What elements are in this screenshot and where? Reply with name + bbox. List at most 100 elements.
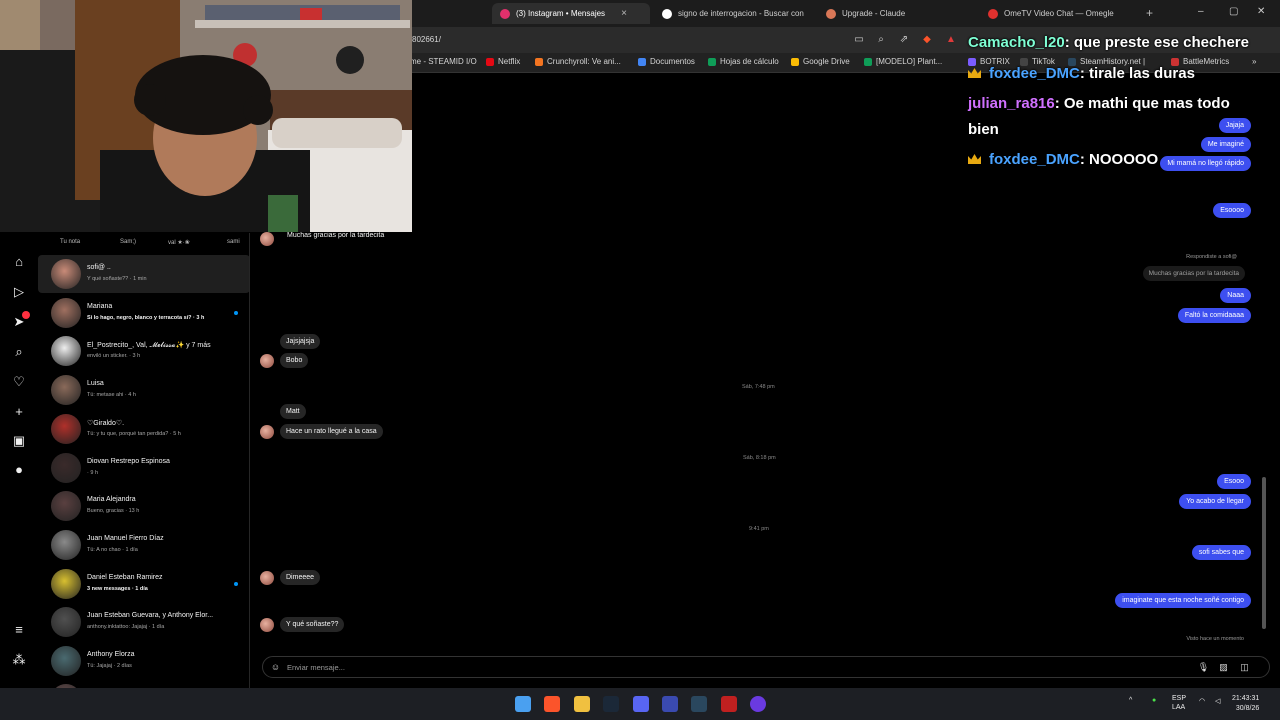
incoming-message[interactable]: Bobo (280, 353, 309, 368)
incoming-message[interactable]: Dimeeee (280, 570, 321, 585)
conversation-row[interactable]: Diovan Restrepo Espinosa · 9 h (38, 449, 249, 487)
conversation-row[interactable]: Juan Esteban Guevara, y Anthony Elor... a… (38, 603, 249, 641)
brave-shield-icon[interactable]: ◆ (920, 33, 934, 47)
chat-scrollbar[interactable] (1262, 477, 1266, 629)
avatar[interactable] (51, 336, 81, 366)
steam-icon[interactable] (603, 696, 619, 712)
brave-icon[interactable] (544, 696, 560, 712)
share-icon[interactable]: ⇗ (897, 33, 911, 47)
outgoing-message[interactable]: Naaa (1220, 288, 1251, 303)
note-label[interactable]: val ★·❀ (168, 239, 190, 246)
note-label[interactable]: Tu nota (60, 239, 80, 245)
clock[interactable]: 21:43:31 30/8/26 (1232, 694, 1259, 714)
new-tab-icon[interactable]: + (1146, 6, 1153, 20)
outgoing-message[interactable]: Yo acabo de llegar (1179, 494, 1251, 509)
more-bookmarks-icon[interactable]: » (1252, 57, 1256, 66)
image-icon[interactable]: ▨ (1217, 661, 1230, 674)
tab-ometv[interactable]: OmeTV Video Chat — Omegle (980, 3, 1135, 24)
avatar[interactable] (51, 569, 81, 599)
sender-avatar[interactable] (260, 354, 274, 368)
avatar[interactable] (51, 530, 81, 560)
conversation-row[interactable]: Juan Manuel Fierro Díaz Tú: A no chao · 1… (38, 526, 249, 564)
incoming-message[interactable]: Hace un rato llegué a la casa (280, 424, 383, 439)
conversation-row[interactable]: Mariana Si lo hago, negro, blanco y terra… (38, 294, 249, 332)
tray-app-icon[interactable]: ● (1152, 697, 1156, 704)
reply-quote[interactable]: Muchas gracias por la tardecita (1142, 266, 1245, 281)
tray-expand-icon[interactable]: ^ (1129, 697, 1132, 704)
profile-icon[interactable]: ● (10, 461, 28, 479)
word-icon[interactable] (662, 696, 678, 712)
message-input[interactable] (287, 661, 987, 674)
obs-icon[interactable] (750, 696, 766, 712)
rewards-icon[interactable]: ▲ (944, 33, 958, 47)
url-text[interactable]: 802661/ (412, 35, 441, 44)
conversation-row[interactable]: Daniel Esteban Ramirez 3 new messages · 1… (38, 565, 249, 603)
avatar[interactable] (51, 491, 81, 521)
sender-avatar[interactable] (260, 618, 274, 632)
maximize-icon[interactable]: ▢ (1229, 6, 1238, 17)
outgoing-message[interactable]: Mi mamá no llegó rápido (1160, 156, 1251, 171)
note-label[interactable]: sami (227, 239, 240, 245)
outgoing-message[interactable]: Faltó la comidaaaa (1177, 308, 1251, 323)
microphone-icon[interactable]: 🎙 (1197, 661, 1210, 674)
outgoing-message[interactable]: Jajaja (1218, 118, 1251, 133)
outgoing-message[interactable]: Me imaginé (1200, 137, 1251, 152)
sender-avatar[interactable] (260, 425, 274, 439)
search-icon[interactable]: ⌕ (10, 343, 28, 361)
conversation-row[interactable]: ♡Giraldo♡. Tú: y tu que, porqué tan perdi… (38, 410, 249, 448)
tab-instagram[interactable]: (3) Instagram • Mensajes × (492, 3, 650, 24)
outgoing-message[interactable]: sofi sabes que (1191, 545, 1251, 560)
conversation-row[interactable]: Anthony Elorza Tú: Jajajaj · 2 días (38, 642, 249, 680)
minimize-icon[interactable]: – (1198, 6, 1204, 17)
incoming-message[interactable]: Matt (280, 404, 306, 419)
bookmark-sheets[interactable]: Hojas de cálculo (708, 57, 779, 66)
more-apps-icon[interactable]: ⁂ (10, 651, 28, 669)
avatar[interactable] (51, 259, 81, 289)
tab-claude[interactable]: Upgrade - Claude (818, 3, 978, 24)
avatar[interactable] (51, 298, 81, 328)
tab-search[interactable]: signo de interrogacion - Buscar con (654, 3, 812, 24)
incoming-message[interactable]: Y qué soñaste?? (280, 617, 345, 632)
note-label[interactable]: Sam;) (120, 239, 136, 245)
sticker-icon[interactable]: ◫ (1238, 661, 1251, 674)
avatar[interactable] (51, 453, 81, 483)
bookmark-modelo[interactable]: [MODELO] Plant... (864, 57, 942, 66)
bookmark-docs[interactable]: Documentos (638, 57, 695, 66)
reels-icon[interactable]: ▷ (10, 283, 28, 301)
file-explorer-icon[interactable] (574, 696, 590, 712)
conversation-row[interactable]: Maria Alejandra Bueno, gracias · 13 h (38, 487, 249, 525)
heart-icon[interactable]: ♡ (10, 373, 28, 391)
avatar[interactable] (51, 414, 81, 444)
messages-icon[interactable]: ➤ (10, 311, 30, 331)
outgoing-message[interactable]: imaginate que esta noche soñé contigo (1115, 593, 1251, 608)
game-icon[interactable] (721, 696, 737, 712)
avatar[interactable] (51, 607, 81, 637)
home-icon[interactable]: ⌂ (10, 253, 28, 271)
avatar[interactable] (51, 375, 81, 405)
bookmark-crunchyroll[interactable]: Crunchyroll: Ve ani... (535, 57, 621, 66)
conversation-row[interactable]: Majo (38, 680, 249, 688)
sender-avatar[interactable] (260, 232, 274, 246)
sender-avatar[interactable] (260, 571, 274, 585)
create-icon[interactable]: + (10, 403, 28, 421)
bookmark-steamid[interactable]: me - STEAMID I/O (410, 57, 477, 66)
bookmark-drive[interactable]: Google Drive (791, 57, 850, 66)
conversation-row[interactable]: sofi@ .. Y qué soñaste?? · 1 min (38, 255, 249, 293)
language-indicator[interactable]: ESP LAA (1172, 694, 1186, 712)
dashboard-icon[interactable]: ▣ (10, 432, 28, 450)
outgoing-message[interactable]: Esoooo (1213, 203, 1251, 218)
close-icon[interactable]: × (621, 8, 627, 19)
volume-icon[interactable]: ◁ (1215, 697, 1220, 705)
window-close-icon[interactable]: ✕ (1257, 6, 1265, 17)
discord-icon[interactable] (633, 696, 649, 712)
wifi-icon[interactable]: ◠ (1199, 697, 1205, 705)
zoom-icon[interactable]: ⌕ (874, 33, 888, 47)
conversation-row[interactable]: El_Postrecito_, Val, 𝓜𝓮𝓵𝓲𝓼𝓼𝓪✨ y 7 más env… (38, 332, 249, 370)
emoji-icon[interactable]: ☺ (269, 661, 282, 674)
incoming-message[interactable]: Jajsjajsja (280, 334, 321, 349)
cast-icon[interactable]: ▭ (852, 33, 866, 47)
steam-secondary-icon[interactable] (691, 696, 707, 712)
avatar[interactable] (51, 646, 81, 676)
menu-icon[interactable]: ≡ (10, 621, 28, 639)
windows-start-icon[interactable] (515, 696, 531, 712)
